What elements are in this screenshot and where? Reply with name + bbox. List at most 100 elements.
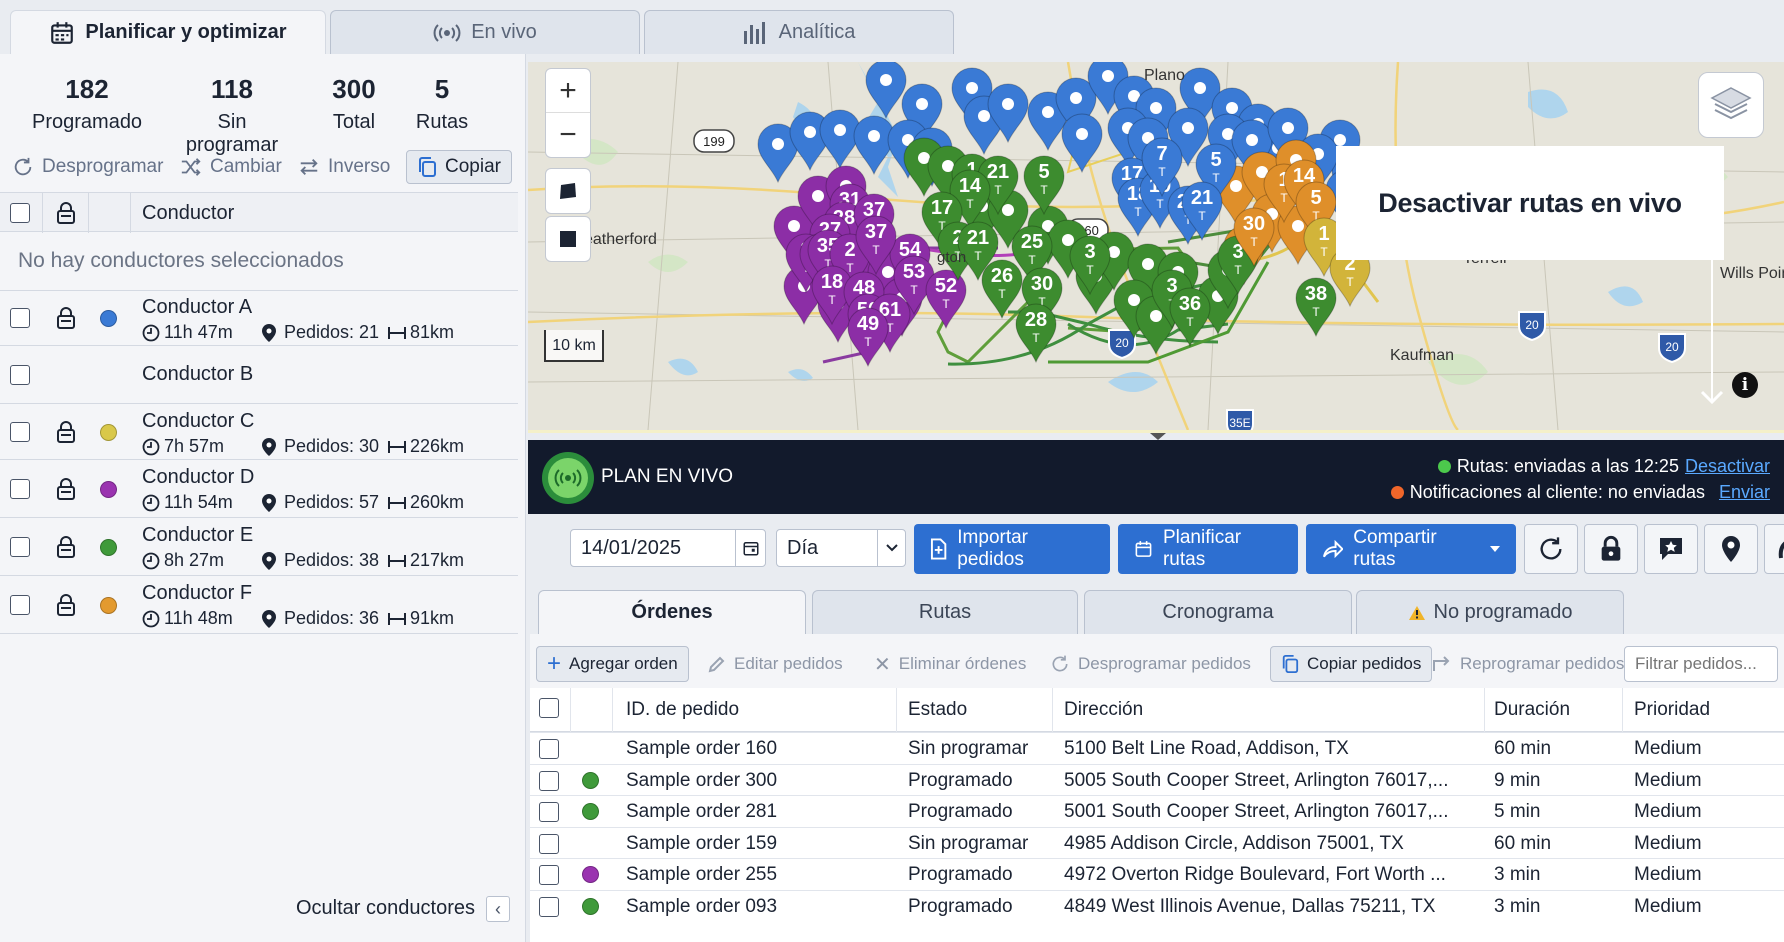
bar-chart-icon [743, 21, 765, 44]
copy-orders-button[interactable]: Copiar pedidos [1270, 646, 1433, 682]
table-row[interactable]: Sample order 093 Programado 4849 West Illi… [530, 890, 1784, 922]
add-order-button[interactable]: + Agregar orden [536, 646, 689, 682]
notifications-status-text: Notificaciones al cliente: no enviadas [1409, 482, 1705, 502]
driver-row[interactable]: Conductor A 11h 47m Pedidos: 21 81km [0, 290, 518, 346]
column-header-order-id[interactable]: ID. de pedido [626, 688, 739, 732]
pin-label: 17 [931, 197, 953, 219]
draw-rectangle-button[interactable] [545, 216, 591, 262]
lock-button[interactable] [1584, 524, 1638, 574]
hide-drivers-label: Ocultar conductores [296, 897, 475, 919]
pin-label: 18 [821, 271, 843, 293]
live-routes-tooltip: Desactivar rutas en vivo [1336, 146, 1724, 260]
order-checkbox[interactable] [539, 770, 559, 791]
column-header-address[interactable]: Dirección [1064, 688, 1143, 732]
order-checkbox[interactable] [539, 897, 559, 917]
order-checkbox[interactable] [539, 833, 559, 854]
driver-row[interactable]: Conductor F 11h 48m Pedidos: 36 91km [0, 576, 518, 634]
tab-plan-optimize[interactable]: Planificar y optimizar [10, 10, 326, 54]
info-icon[interactable]: i [1732, 372, 1758, 398]
select-all-checkbox[interactable] [10, 203, 30, 223]
caret-down-icon [1490, 546, 1500, 552]
table-row[interactable]: Sample order 255 Programado 4972 Overton R… [530, 858, 1784, 890]
driver-time: 11h 54m [164, 492, 233, 512]
reverse-button[interactable]: Inverso [298, 150, 390, 184]
column-header-status[interactable]: Estado [908, 688, 967, 732]
driver-row[interactable]: Conductor E 8h 27m Pedidos: 38 217km [0, 518, 518, 576]
tab-unscheduled[interactable]: No programado [1356, 590, 1624, 634]
zoom-in-button[interactable]: + [546, 69, 590, 113]
pin-type-marker: T [872, 243, 880, 257]
order-checkbox[interactable] [539, 865, 559, 886]
unlock-icon[interactable] [56, 306, 76, 330]
lock-icon [1601, 535, 1621, 561]
tab-orders[interactable]: Órdenes [538, 590, 806, 634]
deactivate-link[interactable]: Desactivar [1685, 456, 1770, 477]
unlock-icon[interactable] [56, 477, 76, 501]
pin-label: 21 [987, 161, 1009, 183]
order-checkbox[interactable] [539, 739, 559, 759]
unschedule-button[interactable]: Desprogramar [12, 150, 163, 184]
driver-row[interactable]: Conductor B [0, 346, 518, 404]
tab-analytics[interactable]: Analítica [644, 10, 954, 54]
driver-checkbox[interactable] [10, 479, 30, 499]
driver-color-dot [100, 597, 117, 614]
date-picker[interactable]: 14/01/2025 [570, 529, 766, 567]
calendar-icon[interactable] [735, 530, 765, 566]
location-button[interactable] [1704, 524, 1758, 574]
order-checkbox[interactable] [539, 802, 559, 823]
copy-button[interactable]: Copiar [406, 150, 512, 184]
priority-cell: Medium [1634, 769, 1702, 791]
column-header-duration[interactable]: Duración [1494, 688, 1570, 732]
swap-button[interactable]: Cambiar [180, 150, 282, 184]
map-pin-icon [262, 551, 276, 570]
tab-timeline[interactable]: Cronograma [1084, 590, 1352, 634]
driver-row[interactable]: Conductor C 7h 57m Pedidos: 30 226km [0, 404, 518, 460]
table-row[interactable]: Sample order 159 Sin programar 4985 Addiso… [530, 826, 1784, 859]
period-select[interactable]: Día [776, 529, 906, 567]
reschedule-orders-button[interactable]: Reprogramar pedidos [1432, 646, 1624, 682]
driver-checkbox[interactable] [10, 365, 30, 385]
filter-orders-input[interactable] [1624, 646, 1778, 682]
tab-live[interactable]: En vivo [330, 10, 640, 54]
priority-cell: Medium [1634, 864, 1702, 886]
route-map[interactable]: 1993602020202035E 31T28T37T27T3T3T35T2T5… [528, 62, 1784, 430]
driver-checkbox[interactable] [10, 537, 30, 557]
select-all-orders-checkbox[interactable] [539, 698, 559, 718]
notes-button[interactable] [1644, 524, 1698, 574]
driver-checkbox[interactable] [10, 422, 30, 442]
map-resize-handle[interactable] [528, 430, 1784, 440]
map-pin-icon [262, 323, 276, 342]
unlock-icon[interactable] [56, 535, 76, 559]
unlock-icon[interactable] [56, 420, 76, 444]
driver-checkbox[interactable] [10, 308, 30, 328]
import-orders-button[interactable]: Importar pedidos [914, 524, 1110, 574]
driver-row[interactable]: Conductor D 11h 54m Pedidos: 57 260km [0, 460, 518, 518]
plan-routes-button[interactable]: Planificar rutas [1118, 524, 1298, 574]
collapse-panel-button[interactable]: ‹ [486, 896, 510, 922]
pin-type-marker: T [1280, 191, 1288, 205]
column-header-priority[interactable]: Prioridad [1634, 688, 1710, 732]
edit-orders-button[interactable]: Editar pedidos [708, 646, 843, 682]
share-routes-button[interactable]: Compartir rutas [1306, 524, 1516, 574]
unlock-icon[interactable] [56, 593, 76, 617]
refresh-button[interactable] [1524, 524, 1578, 574]
tab-routes[interactable]: Rutas [812, 590, 1078, 634]
draw-polygon-button[interactable] [545, 168, 591, 214]
send-link[interactable]: Enviar [1719, 482, 1770, 503]
plus-icon: + [547, 650, 562, 677]
unschedule-orders-button[interactable]: Desprogramar pedidos [1050, 646, 1251, 682]
zoom-out-button[interactable]: − [546, 113, 590, 157]
order-id-cell: Sample order 300 [626, 769, 778, 791]
layers-button[interactable] [1698, 72, 1764, 138]
pin-label: 25 [1021, 231, 1043, 253]
table-row[interactable]: Sample order 300 Programado 5005 South Coo… [530, 763, 1784, 796]
table-row[interactable]: Sample order 281 Programado 5001 South Coo… [530, 795, 1784, 827]
driver-checkbox[interactable] [10, 595, 30, 615]
tab-label: Analítica [778, 21, 856, 43]
more-tools-button[interactable] [1764, 524, 1784, 574]
duration-cell: 60 min [1494, 832, 1552, 854]
delete-orders-button[interactable]: ✕ Eliminar órdenes [874, 646, 1026, 682]
table-row[interactable]: Sample order 160 Sin programar 5100 Belt L… [530, 732, 1784, 764]
driver-name: Conductor B [142, 363, 254, 385]
pin-label: 5 [1038, 161, 1049, 183]
